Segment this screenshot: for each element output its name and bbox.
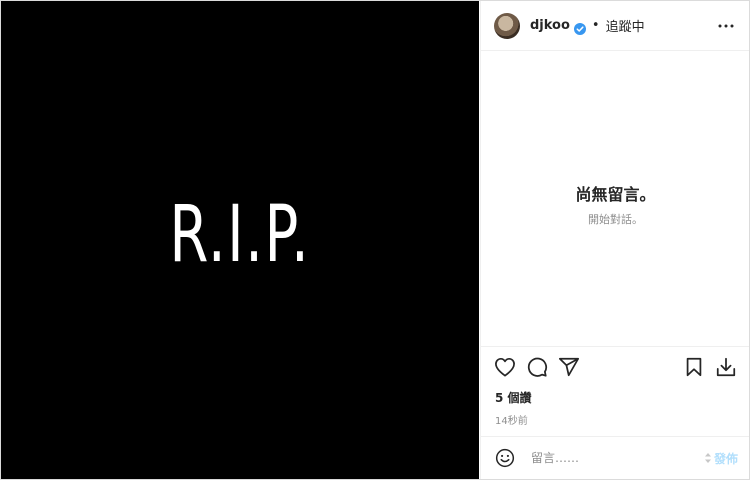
post-timestamp: 14秒前 — [481, 406, 749, 437]
media-caption-text: R.I.P. — [169, 190, 311, 280]
post-side-panel: djkoo • 追蹤中 尚無留言。 開始對話。 5 個讚 14秒前 留言…… 發… — [480, 1, 749, 479]
start-conversation-text: 開始對話。 — [588, 212, 643, 226]
no-comments-title: 尚無留言。 — [575, 184, 656, 204]
comment-icon[interactable] — [525, 355, 549, 379]
following-button[interactable]: 追蹤中 — [606, 16, 645, 35]
post-comment-button[interactable]: 發佈 — [704, 450, 738, 467]
share-icon[interactable] — [557, 355, 581, 379]
separator-dot: • — [591, 18, 600, 33]
comment-composer: 發佈 — [481, 437, 749, 479]
comments-area: 尚無留言。 開始對話。 — [481, 51, 749, 347]
post-button-label: 發佈 — [713, 451, 738, 466]
verified-badge-icon — [573, 20, 586, 35]
likes-count[interactable]: 5 個讚 — [481, 387, 749, 406]
more-options-icon[interactable] — [714, 14, 738, 38]
action-bar — [481, 347, 749, 387]
username-link[interactable]: djkoo — [530, 18, 570, 33]
avatar[interactable] — [494, 12, 520, 39]
post-modal: R.I.P. djkoo • 追蹤中 尚無留言。 開始對話。 5 個讚 14秒前… — [0, 0, 750, 480]
emoji-icon[interactable] — [493, 446, 517, 470]
post-media[interactable]: R.I.P. — [1, 1, 479, 479]
bookmark-icon[interactable] — [682, 355, 706, 379]
comment-input[interactable] — [529, 450, 696, 466]
post-header: djkoo • 追蹤中 — [481, 1, 749, 51]
download-icon[interactable] — [714, 355, 738, 379]
heart-icon[interactable] — [493, 355, 517, 379]
resize-arrows-icon — [704, 452, 712, 464]
